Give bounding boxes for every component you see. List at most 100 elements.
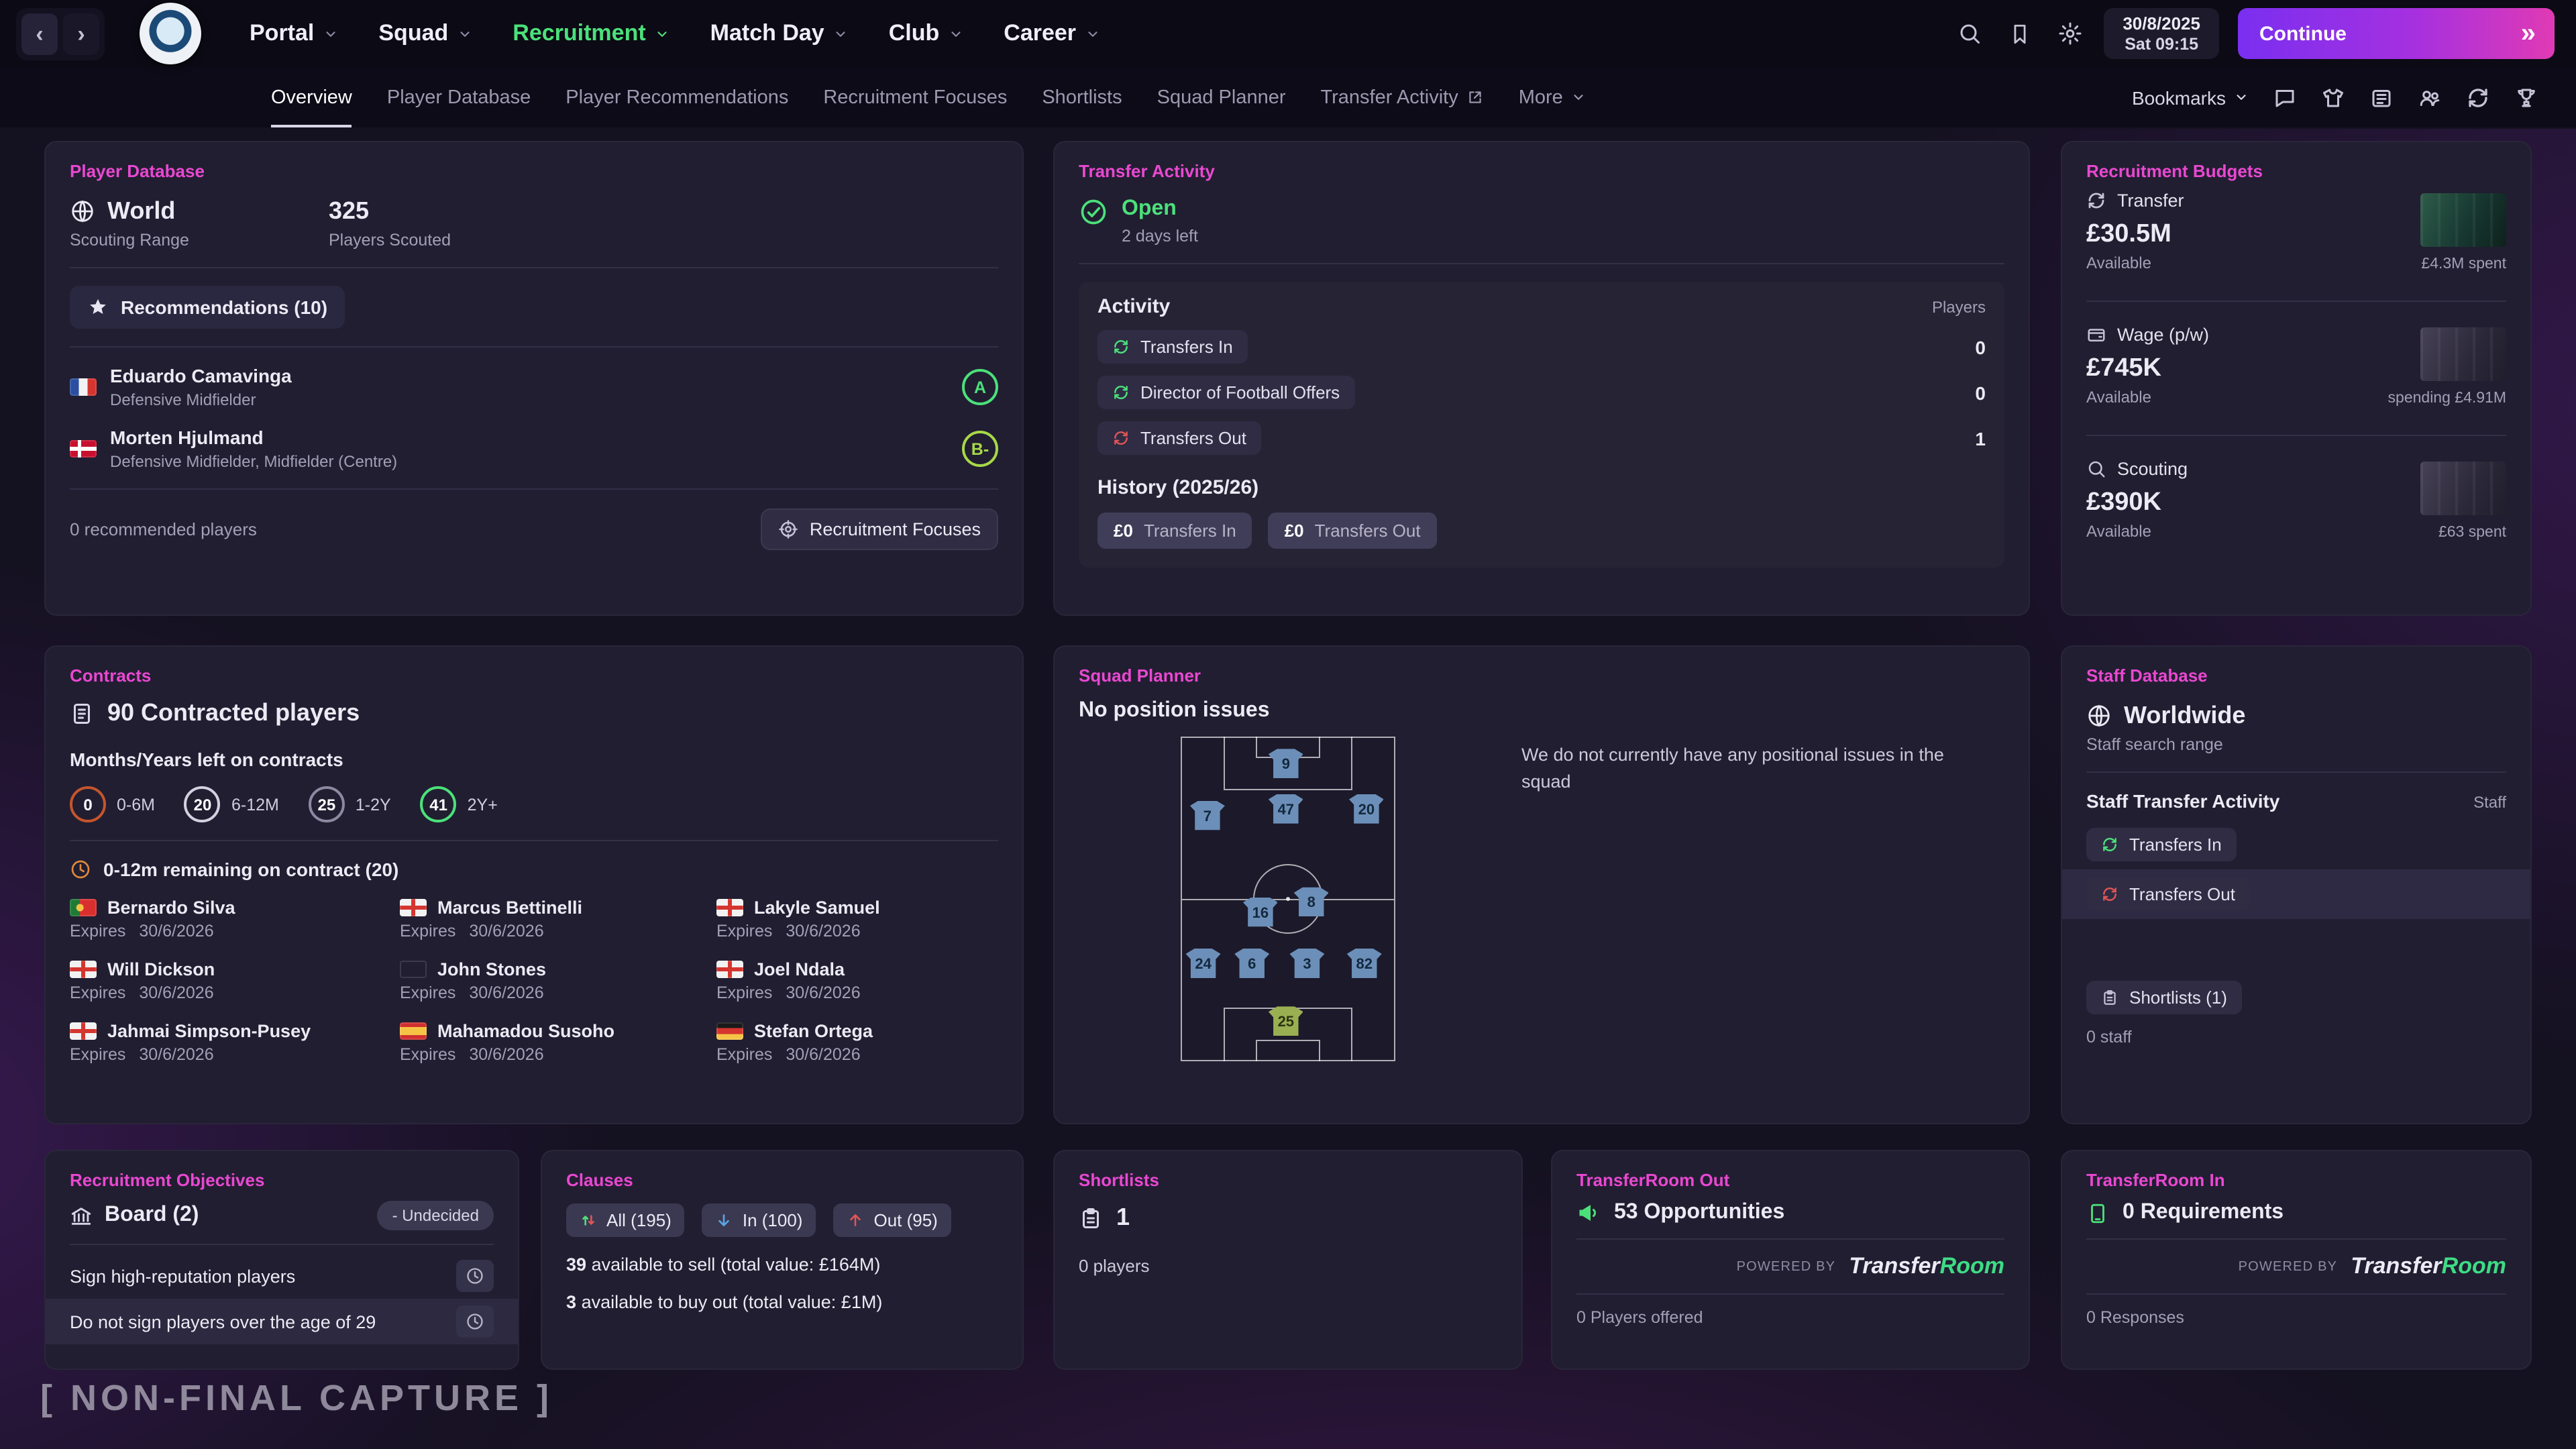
nav-career[interactable]: Career	[1004, 20, 1100, 47]
player-shirt[interactable]: 8	[1294, 888, 1329, 917]
nav-club[interactable]: Club	[889, 20, 964, 47]
card-title: Contracts	[70, 665, 998, 686]
player-shirt[interactable]: 7	[1190, 800, 1225, 830]
chevron-down-icon	[458, 26, 472, 41]
clauses-out-chip[interactable]: Out (95)	[833, 1203, 951, 1237]
social-icon[interactable]	[2418, 85, 2442, 109]
contract-player[interactable]: Stefan Ortega Expires30/6/2026	[716, 1021, 998, 1064]
staff-transfers-out-chip[interactable]: Transfers Out	[2086, 877, 2250, 911]
game-date[interactable]: 30/8/2025 Sat 09:15	[2104, 8, 2219, 59]
player-shirt[interactable]: 16	[1243, 897, 1278, 926]
objective-history-button[interactable]	[456, 1260, 494, 1292]
dof-offers-chip[interactable]: Director of Football Offers	[1097, 376, 1354, 409]
staff-database-card[interactable]: Staff Database Worldwide Staff search ra…	[2061, 645, 2532, 1124]
clauses-card[interactable]: Clauses All (195) In (100) Out (95)	[541, 1150, 1024, 1370]
wage-budget: Wage (p/w) £745K Available spending £4.9…	[2086, 315, 2506, 421]
club-crest[interactable]	[140, 3, 201, 64]
recruitment-focuses-button[interactable]: Recruitment Focuses	[761, 508, 998, 550]
squad-planner-card[interactable]: Squad Planner No position issues 9 7 47 …	[1053, 645, 2030, 1124]
transfers-out-chip[interactable]: Transfers Out	[1097, 421, 1261, 455]
chevron-down-icon	[834, 26, 849, 41]
squad-pitch: 9 7 47 20 16 8 24 6 3 82 25	[1181, 737, 1395, 1061]
chat-icon[interactable]	[2273, 85, 2297, 109]
board-icon	[70, 1204, 93, 1227]
tab-player-recommendations[interactable]: Player Recommendations	[566, 68, 788, 127]
contract-player[interactable]: Bernardo Silva Expires30/6/2026	[70, 898, 400, 941]
position-issues-status: No position issues	[1079, 699, 2004, 723]
sync-icon[interactable]	[2466, 85, 2490, 109]
tab-squad-planner[interactable]: Squad Planner	[1157, 68, 1286, 127]
staff-transfers-in-chip[interactable]: Transfers In	[2086, 828, 2237, 861]
bookmarks-dropdown[interactable]: Bookmarks	[2132, 87, 2249, 108]
card-title: Squad Planner	[1079, 665, 2004, 686]
clauses-all-chip[interactable]: All (195)	[566, 1203, 685, 1237]
nav-portal[interactable]: Portal	[250, 20, 338, 47]
objective-history-button[interactable]	[456, 1305, 494, 1338]
gear-icon[interactable]	[2058, 21, 2082, 46]
contract-player[interactable]: Will Dickson Expires30/6/2026	[70, 959, 400, 1002]
players-scouted: 325 Players Scouted	[329, 197, 451, 250]
country-flag	[70, 899, 97, 916]
clock-icon	[466, 1312, 484, 1331]
transfers-in-chip[interactable]: Transfers In	[1097, 330, 1248, 364]
player-shirt[interactable]: 47	[1269, 794, 1303, 824]
staff-activity-header: Staff Transfer Activity	[2086, 790, 2279, 812]
objectives-status-chip[interactable]: - Undecided	[378, 1201, 494, 1230]
tab-more[interactable]: More	[1519, 68, 1586, 127]
transfer-in-icon	[1112, 338, 1130, 356]
player-shirt[interactable]: 20	[1349, 794, 1384, 824]
topbar: ‹ › Portal Squad Recruitment Match Day C…	[0, 0, 2576, 67]
tab-shortlists[interactable]: Shortlists	[1042, 68, 1122, 127]
transfer-activity-card[interactable]: Transfer Activity Open 2 days left Activ…	[1053, 141, 2030, 616]
nav-match-day[interactable]: Match Day	[710, 20, 849, 47]
recommendations-button[interactable]: Recommendations (10)	[70, 286, 345, 329]
transferroom-in-card[interactable]: TransferRoom In 0 Requirements POWERED B…	[2061, 1150, 2532, 1370]
contracts-card[interactable]: Contracts 90 Contracted players Months/Y…	[44, 645, 1024, 1124]
contract-player[interactable]: Marcus Bettinelli Expires30/6/2026	[400, 898, 716, 941]
contract-player[interactable]: Joel Ndala Expires30/6/2026	[716, 959, 998, 1002]
shortlists-card[interactable]: Shortlists 1 0 players	[1053, 1150, 1523, 1370]
shirt-icon[interactable]	[2321, 85, 2345, 109]
player-shirt[interactable]: 9	[1269, 749, 1303, 778]
player-shirt[interactable]: 82	[1347, 949, 1382, 978]
scouting-budget-value: £390K	[2086, 488, 2188, 518]
history-transfers-out-chip[interactable]: £0 Transfers Out	[1269, 513, 1437, 549]
player-shirt[interactable]: 3	[1289, 949, 1324, 978]
recruitment-objectives-card[interactable]: Recruitment Objectives Board (2) - Undec…	[44, 1150, 519, 1370]
clauses-in-chip[interactable]: In (100)	[702, 1203, 816, 1237]
search-icon[interactable]	[1957, 21, 1982, 46]
staff-shortlists-chip[interactable]: Shortlists (1)	[2086, 981, 2242, 1014]
card-title: Player Database	[70, 161, 998, 181]
country-flag	[70, 378, 97, 396]
back-button[interactable]: ‹	[21, 13, 58, 54]
trophy-icon[interactable]	[2514, 85, 2538, 109]
history-transfers-in-chip[interactable]: £0 Transfers In	[1097, 513, 1252, 549]
tab-player-database[interactable]: Player Database	[387, 68, 531, 127]
nav-squad[interactable]: Squad	[378, 20, 472, 47]
contract-player[interactable]: Lakyle Samuel Expires30/6/2026	[716, 898, 998, 941]
nav-recruitment[interactable]: Recruitment	[513, 20, 669, 47]
player-database-card[interactable]: Player Database World Scouting Range 325…	[44, 141, 1024, 616]
player-shirt[interactable]: 6	[1234, 949, 1269, 978]
tab-transfer-activity[interactable]: Transfer Activity	[1321, 68, 1484, 127]
recommended-player-row[interactable]: Morten Hjulmand Defensive Midfielder, Mi…	[70, 427, 998, 471]
activity-header: Activity	[1097, 295, 1170, 318]
player-shirt[interactable]: 24	[1186, 949, 1221, 978]
news-icon[interactable]	[2369, 85, 2394, 109]
contract-player[interactable]: John Stones Expires30/6/2026	[400, 959, 716, 1002]
contract-player[interactable]: Jahmai Simpson-Pusey Expires30/6/2026	[70, 1021, 400, 1064]
goalkeeper-shirt[interactable]: 25	[1269, 1006, 1303, 1036]
tab-overview[interactable]: Overview	[271, 68, 352, 127]
recommended-player-row[interactable]: Eduardo Camavinga Defensive Midfielder A	[70, 365, 998, 409]
transferroom-out-card[interactable]: TransferRoom Out 53 Opportunities POWERE…	[1551, 1150, 2030, 1370]
forward-button[interactable]: ›	[63, 13, 99, 54]
contract-player[interactable]: Mahamadou Susoho Expires30/6/2026	[400, 1021, 716, 1064]
bookmark-icon[interactable]	[2008, 22, 2031, 45]
recruitment-budgets-card[interactable]: Recruitment Budgets Transfer £30.5M Avai…	[2061, 141, 2532, 616]
continue-button[interactable]: Continue »	[2238, 8, 2555, 59]
objective-row-selected[interactable]: Do not sign players over the age of 29	[46, 1299, 518, 1344]
tab-recruitment-focuses[interactable]: Recruitment Focuses	[823, 68, 1007, 127]
dof-offers-count: 0	[1975, 382, 1986, 403]
continue-chevrons: »	[2521, 18, 2533, 49]
objective-row[interactable]: Sign high-reputation players	[46, 1253, 518, 1299]
